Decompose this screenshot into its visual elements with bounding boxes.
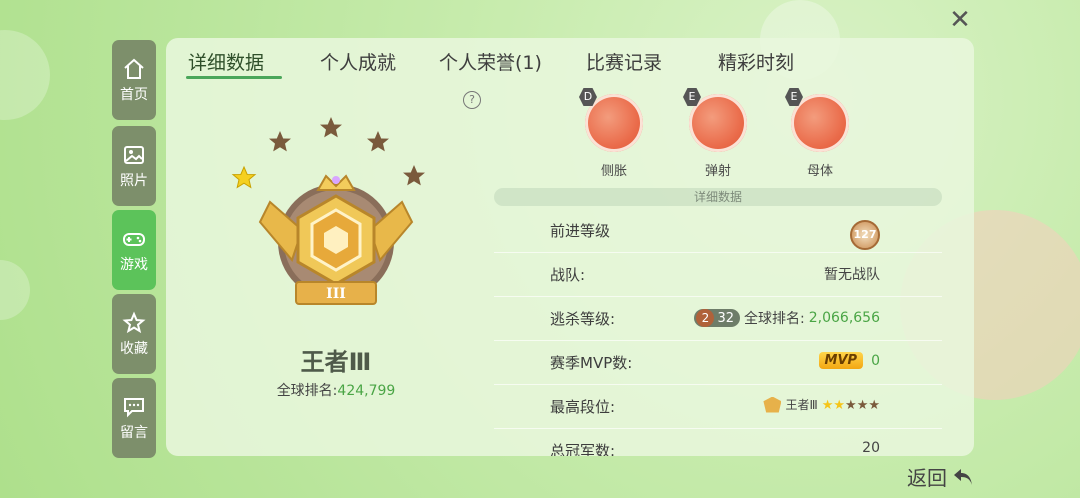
tab-match-history[interactable]: 比赛记录 [586,48,662,75]
skill-name: 弹射 [704,164,731,179]
back-label: 返回 [907,466,947,490]
rank-star [320,117,342,138]
gamepad-icon [123,232,145,246]
skill-icon: D [579,88,643,152]
skill-icon: E [785,88,849,152]
detail-value: 王者Ⅲ ★★★★★ [763,396,880,413]
sidebar-item-label: 收藏 [120,340,148,357]
detail-value: 2 32 全球排名: 2,066,656 [694,308,880,328]
highest-rank-name: 王者Ⅲ [785,398,818,412]
sidebar-item-label: 游戏 [120,256,148,273]
sidebar-item-photo[interactable]: 照片 [112,126,156,206]
sidebar-item-messages[interactable]: 留言 [112,378,156,458]
bokeh-decoration [0,260,30,320]
rank-value: 2,066,656 [808,310,880,326]
skill-item[interactable]: E 弹射 [683,88,750,179]
rank-stars [231,117,425,189]
tab-honors[interactable]: 个人荣誉(1) [439,48,542,75]
global-rank: 全球排名:424,799 [236,380,436,400]
detail-row-battle-royale-level: 逃杀等级: 2 32 全球排名: 2,066,656 [494,296,942,341]
level-number: 32 [717,310,735,326]
sidebar-item-game[interactable]: 游戏 [112,210,156,290]
sidebar-item-label: 首页 [120,86,148,103]
detail-row-highest-rank: 最高段位: 王者Ⅲ ★★★★★ [494,384,942,429]
back-button[interactable]: 返回 [907,462,975,491]
active-tab-underline [186,76,282,79]
message-icon [124,397,144,417]
detail-label: 前进等级 [550,222,611,240]
bokeh-decoration [0,30,50,120]
back-arrow-icon [954,468,972,485]
sidebar-item-home[interactable]: 首页 [112,40,156,120]
rank-star [367,131,389,152]
detail-row-championships: 总冠军数: 20 [494,428,942,456]
detail-value: 暂无战队 [824,267,880,283]
detail-row-team: 战队: 暂无战队 [494,252,942,297]
rank-emblem: III [231,117,425,305]
detail-label: 逃杀等级: [550,310,616,328]
level-pill: 2 32 [694,309,741,327]
skill-tier-badge: E [785,88,803,106]
detail-row-season-mvp: 赛季MVP数: MVP 0 [494,340,942,385]
mini-rank-emblem-icon [763,396,782,413]
detail-label: 赛季MVP数: [550,354,633,372]
sidebar-item-label: 照片 [120,172,148,189]
skill-tier-badge: E [683,88,701,106]
level-badge: 2 [696,309,715,327]
detail-label: 最高段位: [550,398,616,416]
skill-name: 侧胀 [600,164,627,179]
skill-name: 母体 [806,164,833,179]
laurel-level-badge: 127 [850,220,880,250]
detail-value: MVP 0 [818,352,880,369]
tab-achievements[interactable]: 个人成就 [320,48,396,75]
mvp-badge: MVP [818,352,864,369]
sidebar-item-label: 留言 [120,424,148,441]
emblem-tier-text: III [326,286,346,302]
detail-label: 战队: [550,266,586,284]
global-rank-label: 全球排名: [276,383,338,399]
rank-star-lit [231,165,257,189]
tab-highlights[interactable]: 精彩时刻 [718,48,794,75]
mvp-count: 0 [871,352,880,369]
profile-panel: 详细数据 个人成就 个人荣誉(1) 比赛记录 精彩时刻 ? III 王者Ⅲ 全球… [166,38,974,456]
photo-icon [124,145,144,164]
rank-star [403,165,425,186]
skill-icon: E [683,88,747,152]
detail-label: 总冠军数: [550,442,616,456]
help-icon[interactable]: ? [463,91,481,109]
tab-detailed-data[interactable]: 详细数据 [188,48,264,75]
star-unlit-icon: ★ [868,397,880,413]
rank-star [269,131,291,152]
skill-item[interactable]: E 母体 [785,88,852,179]
home-icon [124,58,144,79]
global-rank-value: 424,799 [337,383,396,399]
detail-value: 127 [850,220,880,250]
rank-label: 全球排名: [744,311,805,327]
detail-row-advance-level: 前进等级 127 [494,208,942,253]
highest-rank-stars: ★★★★★ [822,397,880,413]
star-icon [122,310,146,333]
tab-bar: 详细数据 个人成就 个人荣誉(1) 比赛记录 精彩时刻 [166,38,974,82]
star-lit-icon: ★ [821,397,834,413]
star-lit-icon: ★ [833,397,846,413]
rank-name: 王者Ⅲ [300,348,372,376]
skill-tier-badge: D [579,88,597,106]
star-unlit-icon: ★ [845,397,857,413]
star-unlit-icon: ★ [856,397,869,413]
details-section-header: 详细数据 [494,188,942,206]
detail-value: 20 [862,440,880,456]
close-button[interactable]: ✕ [946,6,974,34]
skill-item[interactable]: D 侧胀 [579,88,646,179]
sidebar-item-favorites[interactable]: 收藏 [112,294,156,374]
